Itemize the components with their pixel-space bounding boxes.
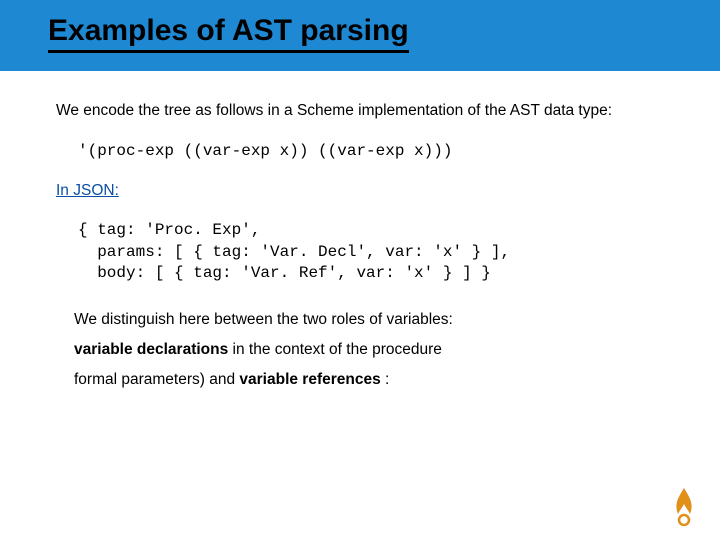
in-json-label: In JSON: [56, 182, 664, 200]
slide-content: We encode the tree as follows in a Schem… [0, 71, 720, 389]
json-code: { tag: 'Proc. Exp', params: [ { tag: 'Va… [78, 220, 664, 285]
slide-title: Examples of AST parsing [48, 14, 409, 53]
note-line-1: We distinguish here between the two role… [74, 311, 664, 329]
note-bold-declarations: variable declarations [74, 341, 228, 358]
title-bar: Examples of AST parsing [0, 0, 720, 71]
note3-pre: formal parameters) and [74, 371, 239, 388]
note-bold-references: variable references [239, 371, 380, 388]
note-line-3: formal parameters) and variable referenc… [74, 371, 664, 389]
intro-text: We encode the tree as follows in a Schem… [56, 101, 664, 122]
scheme-code: '(proc-exp ((var-exp x)) ((var-exp x))) [78, 142, 664, 160]
note-line-2: variable declarations in the context of … [74, 341, 664, 359]
slide: Examples of AST parsing We encode the tr… [0, 0, 720, 540]
note2-post: in the context of the procedure [228, 341, 442, 358]
note3-post: : [381, 371, 390, 388]
flame-logo-icon [668, 486, 700, 526]
